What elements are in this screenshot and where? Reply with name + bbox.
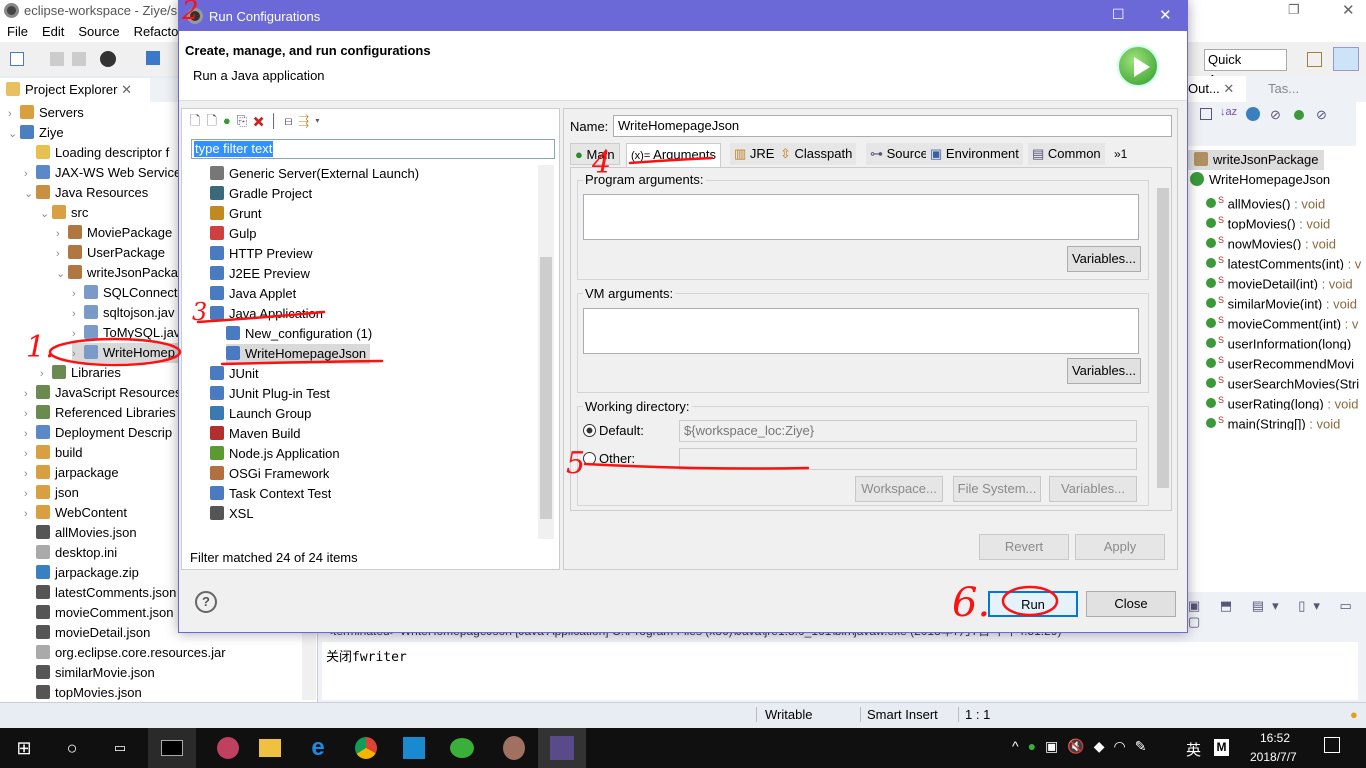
tray-wechat-icon[interactable]: ● (1028, 738, 1045, 754)
annotation-underline-other (583, 462, 810, 470)
annotation-marks (48, 156, 1059, 617)
tray-wifi-icon[interactable]: ◠ (1114, 738, 1135, 754)
tray-m-icon[interactable]: M (1214, 739, 1229, 756)
taskbar-avatar-app[interactable] (490, 728, 538, 768)
annotation-underline-java-app (196, 310, 326, 324)
annotation-2: 2 (182, 0, 199, 26)
annotation-1: 1. (26, 330, 55, 365)
taskbar-chrome[interactable] (342, 728, 390, 768)
annotation-3: 3 (192, 298, 208, 326)
clock-time[interactable]: 16:52 (1260, 731, 1290, 745)
tray-mute-icon[interactable]: 🔇 (1067, 738, 1093, 754)
annotation-6: 6. (952, 580, 991, 626)
taskbar-cmd[interactable] (148, 728, 196, 768)
annotation-4: 4 (592, 146, 612, 181)
task-view-icon[interactable]: ▭ (96, 728, 144, 768)
clock-date[interactable]: 2018/7/7 (1250, 750, 1297, 764)
taskbar-webstorm[interactable] (390, 728, 438, 768)
search-icon[interactable]: ○ (48, 728, 96, 768)
annotation-circle-run (1001, 585, 1059, 617)
tray-chevron-icon[interactable]: ^ (1012, 738, 1028, 754)
annotation-underline-config (220, 359, 384, 366)
system-tray: ^●▣🔇◆◠✎ (1012, 738, 1155, 755)
ime-indicator[interactable]: 英 (1186, 739, 1201, 760)
taskbar-wechat[interactable] (438, 728, 486, 768)
taskbar-edge[interactable]: e (294, 728, 342, 768)
start-button[interactable]: ⊞ (0, 728, 48, 768)
taskbar-file-explorer[interactable] (246, 728, 294, 768)
taskbar-eclipse[interactable] (538, 728, 586, 768)
annotation-circle-tree-item (48, 337, 182, 367)
tray-battery-icon[interactable]: ▣ (1045, 738, 1067, 754)
annotation-underline-arguments (628, 156, 714, 165)
annotation-5: 5 (566, 446, 586, 481)
tray-qq-icon[interactable]: ◆ (1094, 738, 1114, 754)
notifications-icon[interactable] (1324, 737, 1340, 753)
taskbar-app[interactable] (204, 728, 252, 768)
tray-pen-icon[interactable]: ✎ (1135, 738, 1156, 754)
